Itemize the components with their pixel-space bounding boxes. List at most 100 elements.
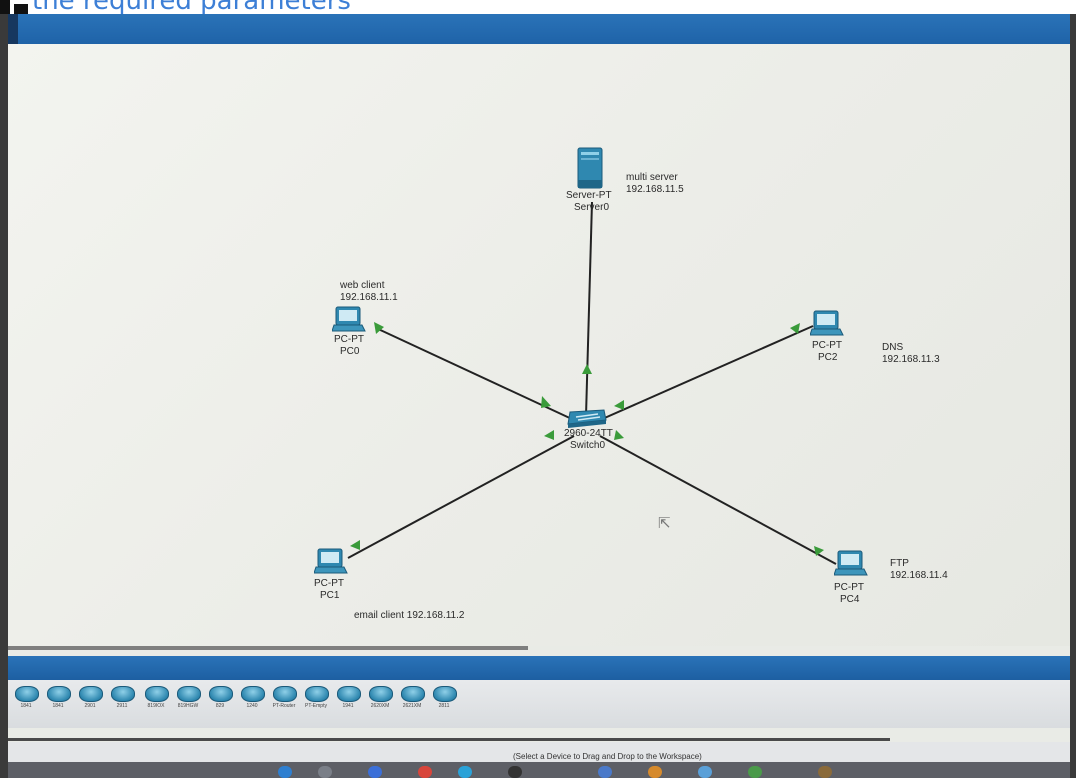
tray-device[interactable]: 1941 [334,686,362,716]
taskbar-app-icon[interactable] [458,766,472,778]
tray-device[interactable]: 1841 [12,686,40,716]
workspace-horizontal-scrollbar[interactable] [8,646,528,650]
link-status-up-icon [582,364,592,374]
mouse-pointer-icon: ⇱ [658,515,671,532]
tray-device[interactable]: PT-Empty [302,686,330,716]
link-pc1-switch0[interactable] [347,435,575,559]
tray-device[interactable]: 2901 [76,686,104,716]
tray-horizontal-scrollbar[interactable] [8,738,890,741]
status-text: (Select a Device to Drag and Drop to the… [513,752,702,761]
tray-device-label: PT-Empty [305,703,327,709]
taskbar-app-icon[interactable] [698,766,712,778]
pc-icon [313,548,348,574]
tray-device-label: 1841 [20,703,32,709]
note-pc0-ip[interactable]: 192.168.11.1 [340,292,398,303]
tray-device-label: 2911 [116,703,128,709]
link-status-up-icon [614,430,624,440]
router-icon [47,686,71,702]
tray-device[interactable]: 2811 [430,686,458,716]
note-pc2-ip[interactable]: 192.168.11.3 [882,354,940,365]
device-name-label: PC0 [340,346,360,357]
router-icon [401,686,425,702]
note-web-client[interactable]: web client [340,280,384,291]
pc-icon [833,550,868,576]
tray-device[interactable]: 2911 [108,686,136,716]
pc-icon [809,310,844,336]
taskbar-app-icon[interactable] [278,766,292,778]
link-pc2-switch0[interactable] [599,325,814,421]
tray-device[interactable]: 819HGW [174,686,202,716]
tray-device-label: 819IOX [147,703,165,709]
router-icon [15,686,39,702]
device-server0[interactable] [574,146,606,190]
device-model-label: PC-PT [314,578,344,589]
note-dns[interactable]: DNS [882,342,903,353]
title-bar-edge [8,14,18,44]
taskbar-app-icon[interactable] [418,766,432,778]
device-switch0[interactable] [564,408,608,430]
note-server-ip[interactable]: 192.168.11.5 [626,184,684,195]
note-email-client[interactable]: email client 192.168.11.2 [354,610,464,621]
tray-device-label: 829 [215,703,225,709]
taskbar-app-icon[interactable] [508,766,522,778]
link-status-up-icon [350,540,360,550]
title-bar [8,14,1070,44]
router-icon [111,686,135,702]
tray-device-label: 1240 [246,703,258,709]
router-icon [273,686,297,702]
tray-device[interactable]: 819IOX [142,686,170,716]
device-pc0[interactable] [331,306,366,332]
tray-device[interactable]: PT-Router [270,686,298,716]
tray-device[interactable]: 829 [206,686,234,716]
caption-text: the required parameters [32,0,351,14]
tray-device-label: 2620XM [370,703,390,709]
link-status-up-icon [544,430,554,440]
device-model-label: PC-PT [812,340,842,351]
link-status-up-icon [614,400,624,410]
router-icon [209,686,233,702]
tray-device[interactable]: 2621XM [398,686,426,716]
device-pc4[interactable] [833,550,868,576]
device-name-label: Switch0 [570,440,606,451]
device-name-label: PC1 [320,590,340,601]
router-icon [79,686,103,702]
taskbar-app-icon[interactable] [648,766,662,778]
link-server0-switch0[interactable] [585,201,593,417]
taskbar-app-icon[interactable] [368,766,382,778]
tray-device[interactable]: 2620XM [366,686,394,716]
tray-device[interactable]: 1841 [44,686,72,716]
topology-links [347,201,837,565]
device-pc1[interactable] [313,548,348,574]
logical-workspace[interactable]: Server-PT Server0 multi server 192.168.1… [8,44,1070,646]
link-pc4-switch0[interactable] [599,435,837,565]
taskbar-app-icon[interactable] [318,766,332,778]
monitor-bezel-left [0,14,8,778]
tray-device-label: 2901 [84,703,96,709]
note-multi-server[interactable]: multi server [626,172,678,183]
device-model-label: PC-PT [334,334,364,345]
note-pc4-ip[interactable]: 192.168.11.4 [890,570,948,581]
tray-device-label: 2811 [438,703,450,709]
router-icon [241,686,265,702]
taskbar-app-icon[interactable] [748,766,762,778]
router-icon [145,686,169,702]
tray-device[interactable]: 1240 [238,686,266,716]
router-icon [433,686,457,702]
note-ftp[interactable]: FTP [890,558,909,569]
switch-icon [567,409,607,428]
link-status-up-icon [374,322,384,334]
taskbar-app-icon[interactable] [598,766,612,778]
device-model-label: PC-PT [834,582,864,593]
monitor-bezel-right [1070,14,1076,778]
device-name-label: Server0 [574,202,610,213]
router-icon [177,686,201,702]
tray-device-label: PT-Router [272,703,296,709]
link-status-up-icon [541,396,551,408]
tray-device-label: 819HGW [177,703,199,709]
tray-device-label: 1941 [342,703,354,709]
device-model-label: 2960-24TT [564,428,613,439]
router-icon [305,686,329,702]
caption-artifact [0,0,10,14]
taskbar-app-icon[interactable] [818,766,832,778]
device-pc2[interactable] [809,310,844,336]
